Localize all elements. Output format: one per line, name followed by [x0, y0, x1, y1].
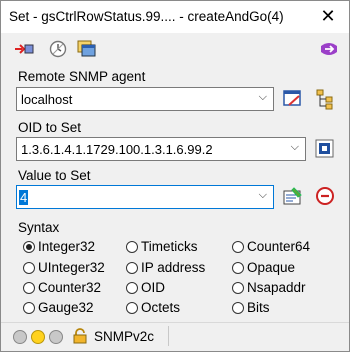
- radio-bits[interactable]: Bits: [232, 300, 270, 315]
- radio-nsapaddr[interactable]: Nsapaddr: [232, 280, 306, 295]
- set-request-icon[interactable]: [14, 40, 34, 58]
- agent-value: localhost: [21, 92, 73, 107]
- set-dialog-window: Set - gsCtrlRowStatus.99.... - createAnd…: [0, 0, 350, 352]
- radio-button[interactable]: [232, 241, 244, 253]
- radio-button[interactable]: [126, 282, 138, 294]
- radio-button[interactable]: [232, 262, 244, 274]
- agent-properties-icon[interactable]: [282, 88, 304, 110]
- radio-octets[interactable]: Octets: [126, 300, 180, 315]
- radio-integer32[interactable]: Integer32: [23, 239, 95, 254]
- help-icon[interactable]: [319, 40, 337, 58]
- radio-button[interactable]: [23, 262, 35, 274]
- radio-label: UInteger32: [38, 260, 105, 275]
- radio-gauge32[interactable]: Gauge32: [23, 300, 94, 315]
- status-bar: SNMPv2c: [1, 322, 349, 351]
- radio-label: Octets: [141, 300, 181, 315]
- lock-icon: [72, 328, 88, 347]
- radio-button[interactable]: [126, 302, 138, 314]
- value-clear-icon[interactable]: [314, 185, 336, 207]
- window-list-icon[interactable]: [77, 40, 96, 58]
- status-light-3-icon: [49, 330, 63, 344]
- stopwatch-icon[interactable]: [49, 40, 67, 58]
- window-title: Set - gsCtrlRowStatus.99.... - createAnd…: [9, 9, 284, 24]
- radio-button[interactable]: [126, 241, 138, 253]
- close-icon[interactable]: ✕: [317, 5, 339, 27]
- oid-browse-icon[interactable]: [314, 138, 336, 160]
- radio-label: Nsapaddr: [247, 280, 306, 295]
- value-combobox[interactable]: 4 ⌵: [16, 185, 274, 209]
- value-text: 4: [19, 190, 29, 205]
- toolbar: [1, 33, 349, 65]
- chevron-down-icon[interactable]: ⌵: [291, 141, 299, 154]
- radio-label: OID: [141, 280, 166, 295]
- radio-opaque[interactable]: Opaque: [232, 260, 295, 275]
- radio-button[interactable]: [23, 241, 35, 253]
- status-light-2-icon: [31, 330, 45, 344]
- radio-ip-address[interactable]: IP address: [126, 260, 205, 275]
- radio-button[interactable]: [232, 282, 244, 294]
- radio-uinteger32[interactable]: UInteger32: [23, 260, 105, 275]
- radio-counter32[interactable]: Counter32: [23, 280, 101, 295]
- syntax-label: Syntax: [18, 220, 60, 235]
- radio-label: IP address: [141, 260, 206, 275]
- snmp-version: SNMPv2c: [94, 329, 155, 344]
- chevron-down-icon[interactable]: ⌵: [259, 91, 267, 104]
- radio-timeticks[interactable]: Timeticks: [126, 239, 198, 254]
- radio-label: Gauge32: [38, 300, 94, 315]
- status-light-1-icon: [13, 330, 27, 344]
- radio-counter64[interactable]: Counter64: [232, 239, 310, 254]
- value-input[interactable]: 4: [19, 190, 29, 205]
- agent-label: Remote SNMP agent: [18, 69, 146, 84]
- agent-tree-icon[interactable]: [314, 88, 336, 110]
- oid-combobox[interactable]: 1.3.6.1.4.1.1729.100.1.3.1.6.99.2 ⌵: [16, 137, 306, 161]
- radio-button[interactable]: [23, 302, 35, 314]
- radio-label: Counter64: [247, 239, 311, 254]
- radio-label: Integer32: [38, 239, 96, 254]
- value-label: Value to Set: [18, 168, 91, 183]
- radio-button[interactable]: [23, 282, 35, 294]
- oid-value: 1.3.6.1.4.1.1729.100.1.3.1.6.99.2: [21, 142, 213, 157]
- agent-combobox[interactable]: localhost ⌵: [16, 87, 274, 111]
- radio-button[interactable]: [232, 302, 244, 314]
- radio-label: Opaque: [247, 260, 296, 275]
- radio-button[interactable]: [126, 262, 138, 274]
- title-bar: Set - gsCtrlRowStatus.99.... - createAnd…: [1, 1, 349, 33]
- oid-label: OID to Set: [18, 120, 82, 135]
- radio-label: Bits: [247, 300, 270, 315]
- status-divider: [168, 326, 169, 346]
- radio-oid[interactable]: OID: [126, 280, 165, 295]
- radio-label: Counter32: [38, 280, 102, 295]
- chevron-down-icon[interactable]: ⌵: [259, 189, 267, 202]
- radio-label: Timeticks: [141, 239, 198, 254]
- value-edit-icon[interactable]: [282, 185, 304, 207]
